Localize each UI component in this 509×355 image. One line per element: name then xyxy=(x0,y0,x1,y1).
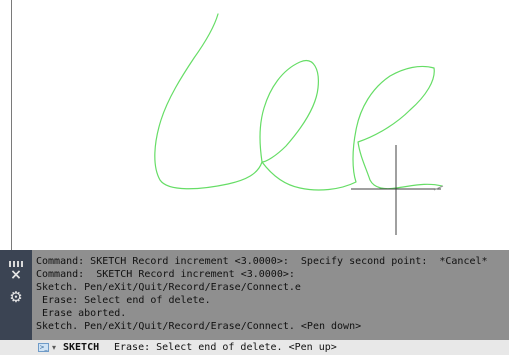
command-prompt-text: Erase: Select end of delete. <Pen up> xyxy=(114,342,337,353)
history-line: Erase aborted. xyxy=(36,308,127,319)
active-command-name: SKETCH xyxy=(63,342,100,353)
autocad-window: × ⚙ Command: SKETCH Record increment <3.… xyxy=(0,0,509,355)
drawing-canvas[interactable] xyxy=(0,0,509,250)
history-line: Sketch. Pen/eXit/Quit/Record/Erase/Conne… xyxy=(36,321,362,332)
command-window-toolbar: × ⚙ xyxy=(0,250,32,340)
sketch-stroke xyxy=(154,13,443,191)
command-history-list: Command: SKETCH Record increment <3.0000… xyxy=(36,255,509,333)
history-line: Erase: Select end of delete. xyxy=(36,295,211,306)
command-history-panel: × ⚙ Command: SKETCH Record increment <3.… xyxy=(0,250,509,340)
command-line-input[interactable]: >_ ▾ SKETCH Erase: Select end of delete.… xyxy=(0,340,509,355)
history-line: Command: SKETCH Record increment <3.0000… xyxy=(36,256,488,267)
command-prompt-icon[interactable]: >_ xyxy=(38,343,49,352)
grip-icon[interactable] xyxy=(0,252,32,267)
recent-commands-dropdown-icon[interactable]: ▾ xyxy=(52,342,56,353)
sketch-layer xyxy=(154,13,444,235)
gear-icon[interactable]: ⚙ xyxy=(0,290,32,305)
close-icon[interactable]: × xyxy=(0,268,32,282)
history-line: Sketch. Pen/eXit/Quit/Record/Erase/Conne… xyxy=(36,282,301,293)
history-line: Command: SKETCH Record increment <3.0000… xyxy=(36,269,295,280)
